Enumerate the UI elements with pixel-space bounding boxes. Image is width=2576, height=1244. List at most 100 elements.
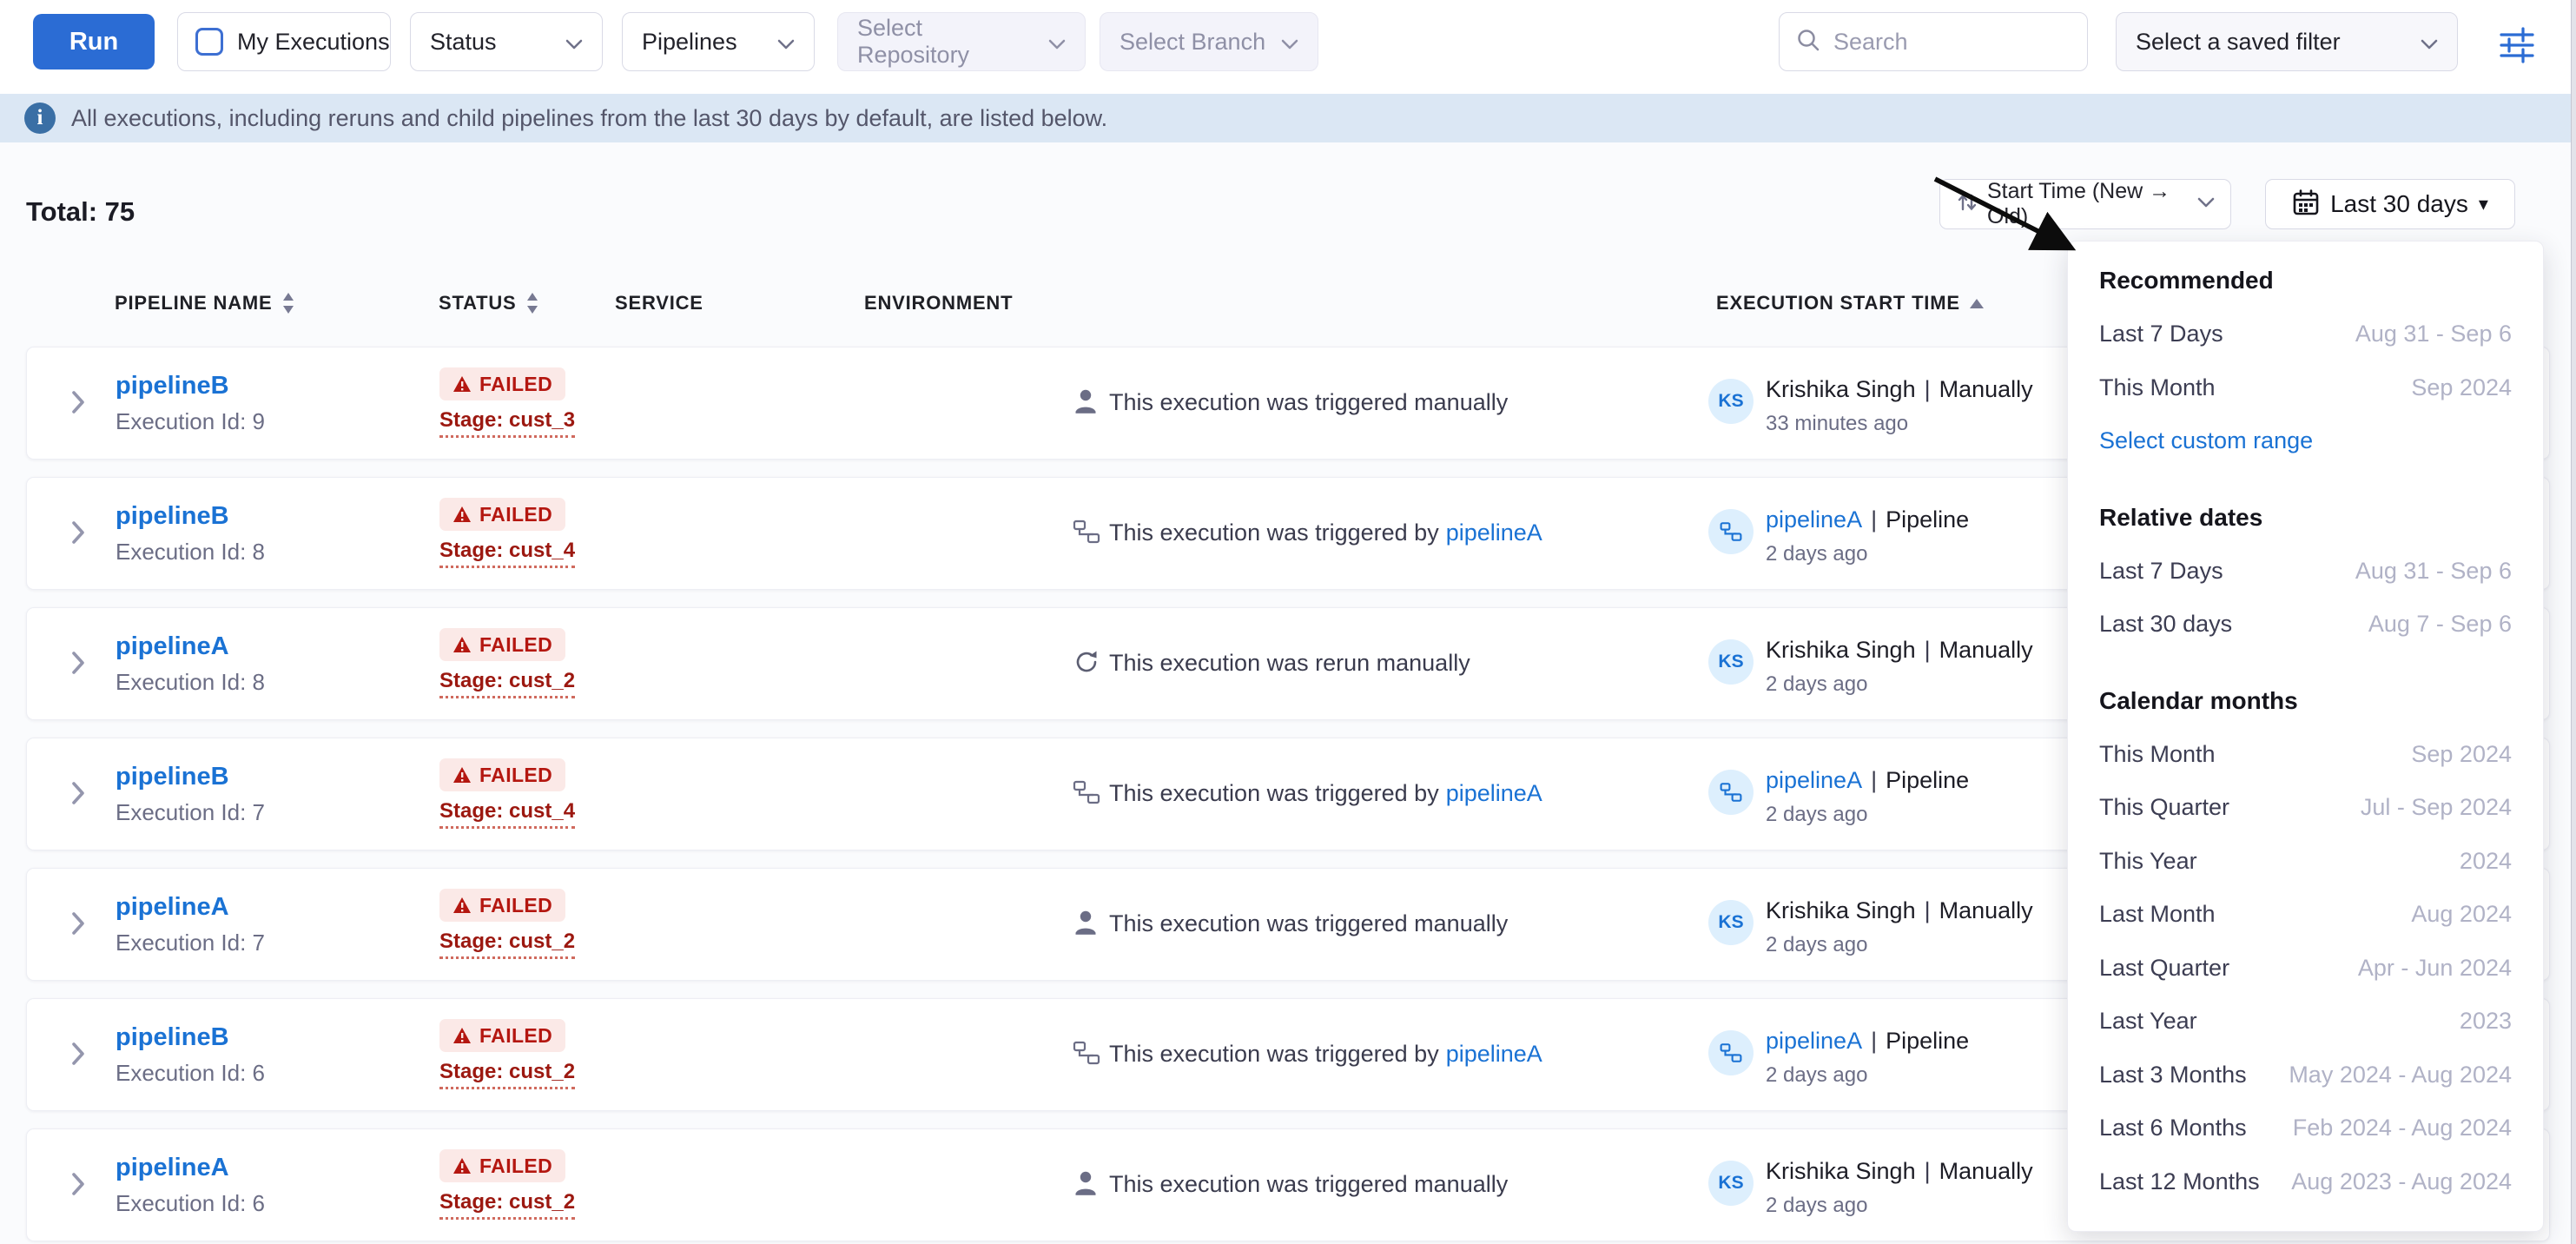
status-filter-dropdown[interactable]: Status bbox=[410, 12, 603, 71]
pipeline-name-link[interactable]: pipelineB bbox=[116, 372, 229, 400]
trigger-type: Manually bbox=[1939, 376, 2033, 402]
trigger-pipeline-link[interactable]: pipelineA bbox=[1446, 519, 1542, 546]
chevron-down-icon bbox=[565, 29, 583, 56]
failed-stage-link[interactable]: Stage: cust_2 bbox=[439, 1060, 575, 1089]
repository-filter-dropdown[interactable]: Select Repository bbox=[837, 12, 1086, 71]
starter-name[interactable]: Krishika Singh bbox=[1766, 1158, 1916, 1184]
my-executions-label: My Executions bbox=[237, 29, 390, 56]
branch-filter-dropdown[interactable]: Select Branch bbox=[1100, 12, 1318, 71]
sort-dropdown[interactable]: Start Time (New → Old) bbox=[1939, 179, 2231, 229]
avatar-initials: KS bbox=[1718, 391, 1743, 412]
separator: | bbox=[1925, 637, 1931, 663]
execution-id: Execution Id: 8 bbox=[116, 539, 265, 566]
separator: | bbox=[1871, 767, 1877, 793]
date-range-option[interactable]: Last 3 Months May 2024 - Aug 2024 bbox=[2099, 1049, 2512, 1102]
pipeline-name-link[interactable]: pipelineB bbox=[116, 502, 229, 531]
starter-name[interactable]: pipelineA bbox=[1766, 506, 1862, 533]
chevron-right-icon[interactable] bbox=[70, 910, 86, 941]
my-executions-toggle[interactable]: My Executions bbox=[177, 12, 391, 71]
started-by: Krishika Singh|Manually bbox=[1766, 637, 2033, 664]
filter-settings-icon[interactable] bbox=[2496, 24, 2538, 66]
starter-name[interactable]: pipelineA bbox=[1766, 1028, 1862, 1054]
warning-icon bbox=[452, 506, 472, 523]
chevron-down-icon bbox=[777, 29, 795, 56]
chevron-right-icon[interactable] bbox=[70, 650, 86, 680]
column-pipeline-name[interactable]: PIPELINE NAME bbox=[115, 292, 295, 314]
date-range-option[interactable]: Select custom range bbox=[2099, 414, 2512, 468]
date-range-button[interactable]: Last 30 days ▾ bbox=[2265, 179, 2515, 229]
failed-stage-link[interactable]: Stage: cust_2 bbox=[439, 669, 575, 698]
status-badge: FAILED bbox=[439, 628, 565, 661]
saved-filter-label: Select a saved filter bbox=[2136, 29, 2341, 56]
chevron-right-icon[interactable] bbox=[70, 1041, 86, 1071]
execution-id: Execution Id: 6 bbox=[116, 1190, 265, 1217]
failed-stage-link[interactable]: Stage: cust_4 bbox=[439, 539, 575, 568]
pipeline-name-link[interactable]: pipelineB bbox=[116, 1023, 229, 1052]
pipeline-name-link[interactable]: pipelineA bbox=[116, 632, 229, 661]
starter-name[interactable]: Krishika Singh bbox=[1766, 637, 1916, 663]
failed-stage-link[interactable]: Stage: cust_4 bbox=[439, 799, 575, 829]
trigger-type: Pipeline bbox=[1886, 506, 1969, 533]
avatar-pipeline-icon bbox=[1720, 781, 1742, 804]
saved-filter-dropdown[interactable]: Select a saved filter bbox=[2116, 12, 2458, 71]
trigger-pipeline-link[interactable]: pipelineA bbox=[1446, 1041, 1542, 1067]
menu-section: Recommended Last 7 Days Aug 31 - Sep 6 T… bbox=[2099, 254, 2512, 468]
my-executions-checkbox[interactable] bbox=[195, 28, 223, 56]
warning-icon bbox=[452, 1027, 472, 1044]
pipeline-name-link[interactable]: pipelineB bbox=[116, 763, 229, 791]
avatar bbox=[1708, 1030, 1754, 1075]
trigger-type: Manually bbox=[1939, 1158, 2033, 1184]
avatar: KS bbox=[1708, 379, 1754, 424]
date-range-option[interactable]: This Quarter Jul - Sep 2024 bbox=[2099, 781, 2512, 835]
date-range-option[interactable]: Last 30 days Aug 7 - Sep 6 bbox=[2099, 598, 2512, 652]
execution-time: 2 days ago bbox=[1766, 1194, 1867, 1218]
column-status[interactable]: STATUS bbox=[439, 292, 539, 314]
trigger-description: This execution was triggered bypipelineA bbox=[1109, 780, 1542, 807]
date-range-option[interactable]: Last 7 Days Aug 31 - Sep 6 bbox=[2099, 308, 2512, 361]
failed-stage-link[interactable]: Stage: cust_3 bbox=[439, 408, 575, 438]
execution-time: 2 days ago bbox=[1766, 803, 1867, 827]
chevron-down-icon bbox=[2421, 29, 2438, 56]
pipelines-filter-dropdown[interactable]: Pipelines bbox=[622, 12, 815, 71]
search-field[interactable] bbox=[1779, 12, 2088, 71]
scrollbar[interactable] bbox=[2571, 0, 2576, 1244]
menu-items: Last 7 Days Aug 31 - Sep 6 This Month Se… bbox=[2099, 308, 2512, 468]
column-execution-start-time[interactable]: EXECUTION START TIME bbox=[1716, 292, 1985, 314]
separator: | bbox=[1925, 376, 1931, 402]
repository-filter-label: Select Repository bbox=[857, 15, 1036, 69]
chevron-right-icon[interactable] bbox=[70, 1171, 86, 1201]
trigger-pipeline-link[interactable]: pipelineA bbox=[1446, 780, 1542, 806]
date-range-option[interactable]: This Month Sep 2024 bbox=[2099, 728, 2512, 782]
date-range-option[interactable]: Last Quarter Apr - Jun 2024 bbox=[2099, 942, 2512, 996]
started-by: Krishika Singh|Manually bbox=[1766, 897, 2033, 924]
started-by: Krishika Singh|Manually bbox=[1766, 1158, 2033, 1185]
run-button[interactable]: Run bbox=[33, 14, 155, 69]
starter-name[interactable]: Krishika Singh bbox=[1766, 376, 1916, 402]
warning-icon bbox=[452, 897, 472, 914]
search-icon bbox=[1795, 27, 1821, 57]
pipeline-trigger-icon bbox=[1073, 1039, 1100, 1071]
started-by: pipelineA|Pipeline bbox=[1766, 767, 1969, 794]
started-by: pipelineA|Pipeline bbox=[1766, 506, 1969, 533]
starter-name[interactable]: Krishika Singh bbox=[1766, 897, 1916, 923]
failed-stage-link[interactable]: Stage: cust_2 bbox=[439, 930, 575, 959]
execution-id: Execution Id: 7 bbox=[116, 799, 265, 826]
date-range-option[interactable]: Last Year 2023 bbox=[2099, 995, 2512, 1049]
date-range-option[interactable]: This Year 2024 bbox=[2099, 835, 2512, 889]
date-range-option[interactable]: This Month Sep 2024 bbox=[2099, 361, 2512, 415]
chevron-right-icon[interactable] bbox=[70, 519, 86, 550]
date-range-option[interactable]: Last Month Aug 2024 bbox=[2099, 888, 2512, 942]
pipeline-name-link[interactable]: pipelineA bbox=[116, 1154, 229, 1182]
search-input[interactable] bbox=[1833, 29, 2071, 56]
date-range-option[interactable]: Last 6 Months Feb 2024 - Aug 2024 bbox=[2099, 1102, 2512, 1155]
chevron-right-icon[interactable] bbox=[70, 389, 86, 420]
starter-name[interactable]: pipelineA bbox=[1766, 767, 1862, 793]
sort-label: Start Time (New → Old) bbox=[1987, 179, 2185, 229]
date-range-option[interactable]: Last 12 Months Aug 2023 - Aug 2024 bbox=[2099, 1155, 2512, 1209]
date-range-option[interactable]: Last 7 Days Aug 31 - Sep 6 bbox=[2099, 545, 2512, 599]
pipeline-name-link[interactable]: pipelineA bbox=[116, 893, 229, 922]
menu-section-header: Recommended bbox=[2099, 254, 2512, 308]
failed-stage-link[interactable]: Stage: cust_2 bbox=[439, 1190, 575, 1220]
started-by: Krishika Singh | Manually bbox=[1766, 376, 2033, 403]
chevron-right-icon[interactable] bbox=[70, 780, 86, 811]
